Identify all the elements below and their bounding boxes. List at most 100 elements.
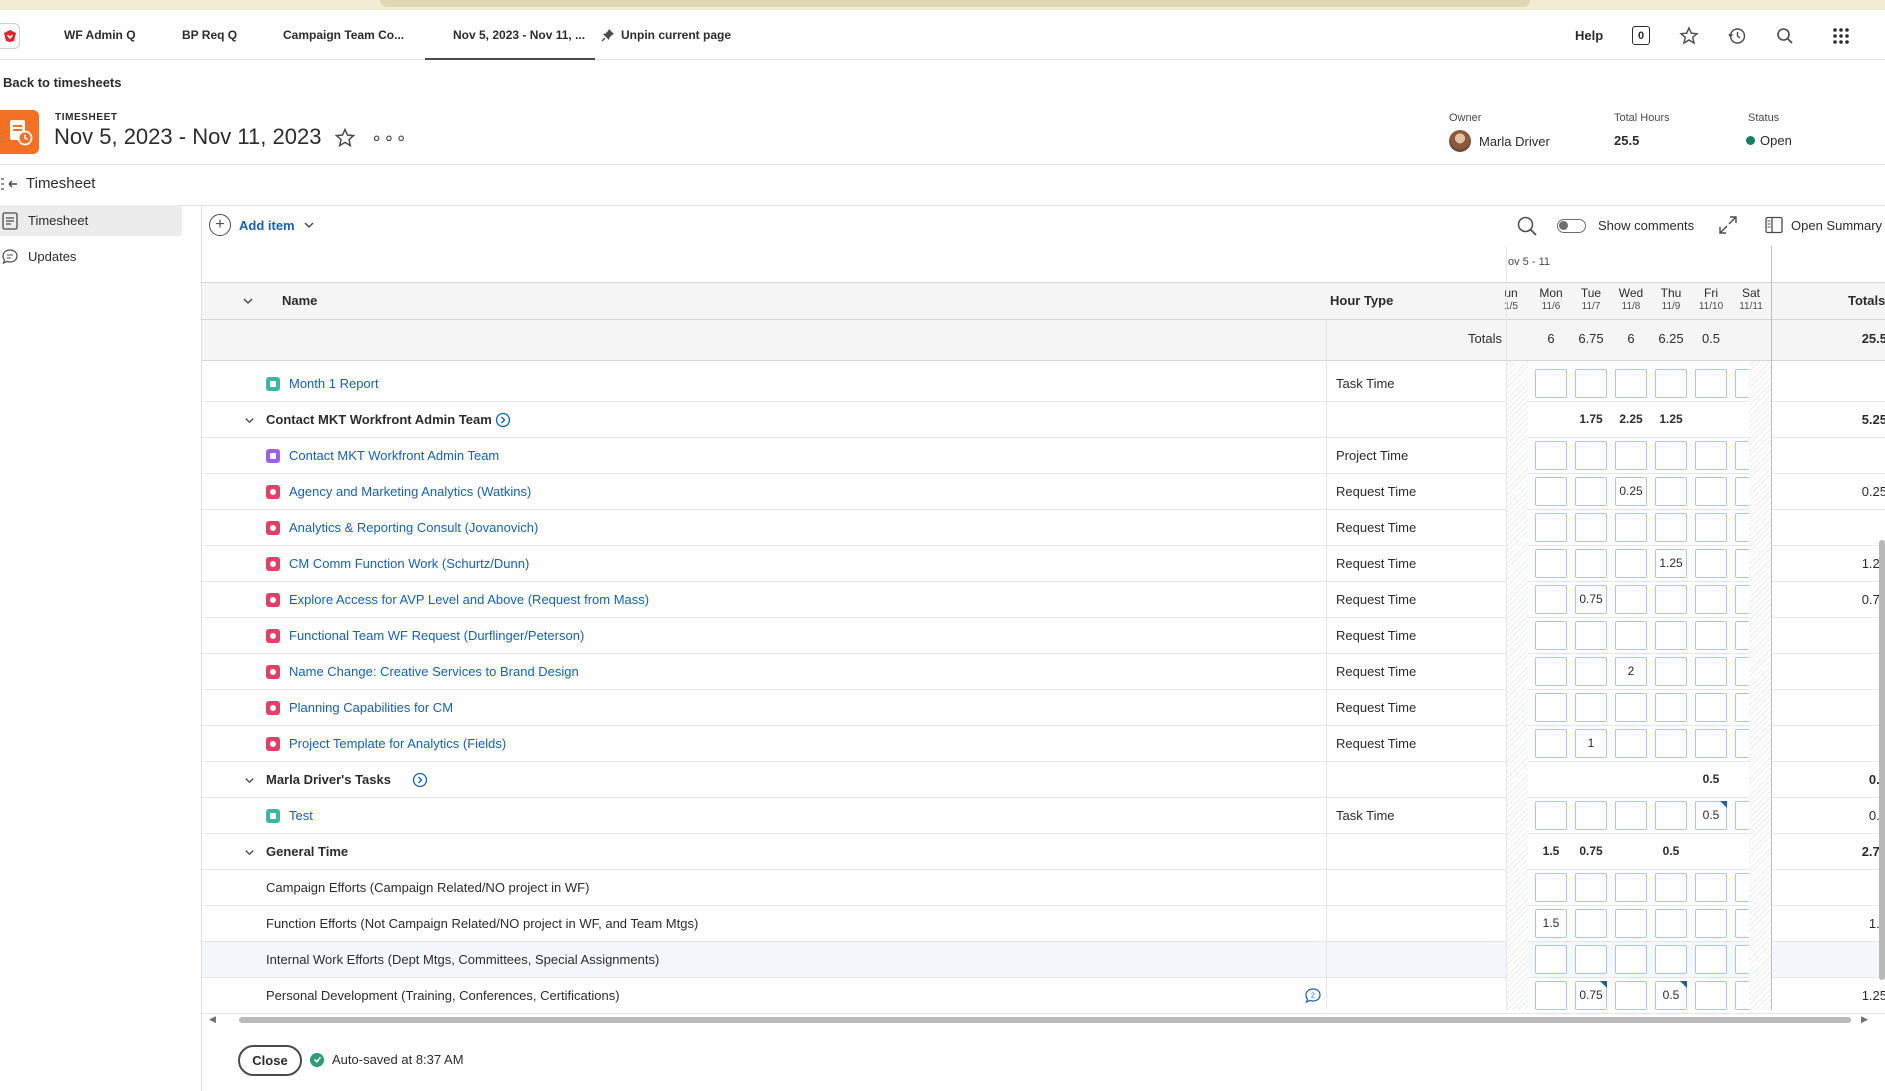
open-summary-button[interactable]: Open Summary	[1765, 216, 1882, 234]
unpin-page-button[interactable]: Unpin current page	[601, 10, 731, 60]
hours-input-cell[interactable]	[1695, 909, 1727, 938]
hours-input-cell[interactable]: 0.75	[1575, 585, 1607, 614]
hours-input-cell[interactable]	[1535, 621, 1567, 650]
hours-input-cell[interactable]	[1535, 513, 1567, 542]
go-to-project-icon[interactable]	[495, 412, 511, 428]
hours-input-cell[interactable]	[1655, 513, 1687, 542]
tab-bp-req-q[interactable]: BP Req Q	[182, 10, 237, 60]
hour-type-column-header[interactable]: Hour Type	[1330, 293, 1393, 308]
hours-input-cell[interactable]	[1655, 477, 1687, 506]
collapse-all-chevron-icon[interactable]	[242, 295, 254, 307]
work-item-link[interactable]: Agency and Marketing Analytics (Watkins)	[289, 484, 531, 499]
hours-input-cell[interactable]	[1655, 945, 1687, 974]
work-item-link[interactable]: Explore Access for AVP Level and Above (…	[289, 592, 649, 607]
hours-input-cell[interactable]	[1695, 873, 1727, 902]
left-panel-title[interactable]: Timesheet	[0, 175, 95, 192]
hours-input-cell[interactable]	[1695, 369, 1727, 398]
name-column-header[interactable]: Name	[282, 293, 317, 308]
hours-input-cell[interactable]	[1615, 549, 1647, 578]
hours-input-cell[interactable]	[1575, 549, 1607, 578]
hours-input-cell[interactable]	[1655, 441, 1687, 470]
tab-current-timesheet[interactable]: Nov 5, 2023 - Nov 11, ...	[425, 10, 595, 60]
help-link[interactable]: Help	[1575, 28, 1603, 43]
add-item-button[interactable]: + Add item	[209, 214, 315, 236]
hours-input-cell[interactable]	[1615, 369, 1647, 398]
collapse-group-chevron-icon[interactable]	[244, 847, 255, 858]
hours-input-cell[interactable]	[1615, 621, 1647, 650]
hours-input-cell[interactable]	[1655, 585, 1687, 614]
hours-input-cell[interactable]: 1	[1575, 729, 1607, 758]
hours-input-cell[interactable]	[1535, 801, 1567, 830]
work-item-link[interactable]: Functional Team WF Request (Durflinger/P…	[289, 628, 584, 643]
hours-input-cell[interactable]	[1615, 909, 1647, 938]
hours-input-cell[interactable]	[1535, 693, 1567, 722]
hours-input-cell[interactable]	[1535, 549, 1567, 578]
hours-input-cell[interactable]	[1575, 873, 1607, 902]
collapse-group-chevron-icon[interactable]	[244, 415, 255, 426]
hours-input-cell[interactable]: 1.5	[1535, 909, 1567, 938]
hours-input-cell[interactable]: 0.5	[1695, 801, 1727, 830]
hours-input-cell[interactable]	[1535, 585, 1567, 614]
hours-input-cell[interactable]	[1695, 693, 1727, 722]
hours-input-cell[interactable]	[1695, 585, 1727, 614]
hours-input-cell[interactable]	[1535, 945, 1567, 974]
hours-input-cell[interactable]	[1695, 981, 1727, 1010]
hours-input-cell[interactable]	[1695, 657, 1727, 686]
hours-input-cell[interactable]	[1535, 873, 1567, 902]
work-item-link[interactable]: Name Change: Creative Services to Brand …	[289, 664, 579, 679]
hours-input-cell[interactable]: 0.75	[1575, 981, 1607, 1010]
grid-search-icon[interactable]	[1516, 215, 1538, 237]
hours-input-cell[interactable]	[1615, 693, 1647, 722]
work-item-link[interactable]: Project Template for Analytics (Fields)	[289, 736, 506, 751]
hours-input-cell[interactable]	[1575, 477, 1607, 506]
go-to-project-icon[interactable]	[412, 772, 428, 788]
hours-input-cell[interactable]	[1655, 801, 1687, 830]
tab-wf-admin-q[interactable]: WF Admin Q	[64, 10, 136, 60]
hours-input-cell[interactable]	[1655, 657, 1687, 686]
hours-input-cell[interactable]	[1655, 693, 1687, 722]
star-icon[interactable]	[1678, 25, 1700, 47]
hours-input-cell[interactable]	[1535, 657, 1567, 686]
hours-input-cell[interactable]	[1575, 909, 1607, 938]
hours-input-cell[interactable]	[1615, 729, 1647, 758]
hours-input-cell[interactable]	[1615, 981, 1647, 1010]
hours-input-cell[interactable]: 0.25	[1615, 477, 1647, 506]
hours-input-cell[interactable]	[1535, 729, 1567, 758]
hours-input-cell[interactable]	[1695, 477, 1727, 506]
work-item-link[interactable]: Month 1 Report	[289, 376, 379, 391]
hours-input-cell[interactable]	[1575, 657, 1607, 686]
hours-input-cell[interactable]	[1615, 801, 1647, 830]
close-button[interactable]: Close	[238, 1045, 302, 1076]
work-item-link[interactable]: Contact MKT Workfront Admin Team	[289, 448, 499, 463]
hours-input-cell[interactable]	[1695, 729, 1727, 758]
work-item-link[interactable]: Test	[289, 808, 313, 823]
hours-input-cell[interactable]	[1655, 729, 1687, 758]
hours-input-cell[interactable]	[1575, 369, 1607, 398]
vertical-scrollbar[interactable]	[1879, 250, 1885, 1010]
hours-input-cell[interactable]	[1615, 585, 1647, 614]
hours-input-cell[interactable]	[1535, 477, 1567, 506]
expand-icon[interactable]	[1717, 214, 1739, 236]
hours-input-cell[interactable]	[1575, 621, 1607, 650]
history-icon[interactable]	[1726, 25, 1748, 47]
hours-input-cell[interactable]	[1655, 909, 1687, 938]
scroll-right-arrow-icon[interactable]: ▶	[1861, 1014, 1868, 1025]
hours-input-cell[interactable]	[1575, 513, 1607, 542]
hours-input-cell[interactable]	[1695, 441, 1727, 470]
sidebar-item-updates[interactable]: Updates	[0, 241, 182, 272]
apps-grid-icon[interactable]	[1830, 25, 1852, 47]
notifications-button[interactable]: 0	[1632, 26, 1650, 45]
hours-input-cell[interactable]	[1615, 513, 1647, 542]
owner-value[interactable]: Marla Driver	[1449, 130, 1550, 152]
back-to-timesheets-link[interactable]: Back to timesheets	[3, 75, 122, 90]
sidebar-item-timesheet[interactable]: Timesheet	[0, 205, 182, 236]
hours-input-cell[interactable]	[1695, 513, 1727, 542]
more-options-button[interactable]: ∘∘∘	[371, 128, 408, 149]
hours-input-cell[interactable]	[1615, 945, 1647, 974]
hours-input-cell[interactable]	[1535, 441, 1567, 470]
collapse-group-chevron-icon[interactable]	[244, 775, 255, 786]
work-item-link[interactable]: Analytics & Reporting Consult (Jovanovic…	[289, 520, 538, 535]
hours-input-cell[interactable]	[1535, 981, 1567, 1010]
scroll-left-arrow-icon[interactable]: ◀	[209, 1014, 216, 1025]
work-item-link[interactable]: CM Comm Function Work (Schurtz/Dunn)	[289, 556, 529, 571]
